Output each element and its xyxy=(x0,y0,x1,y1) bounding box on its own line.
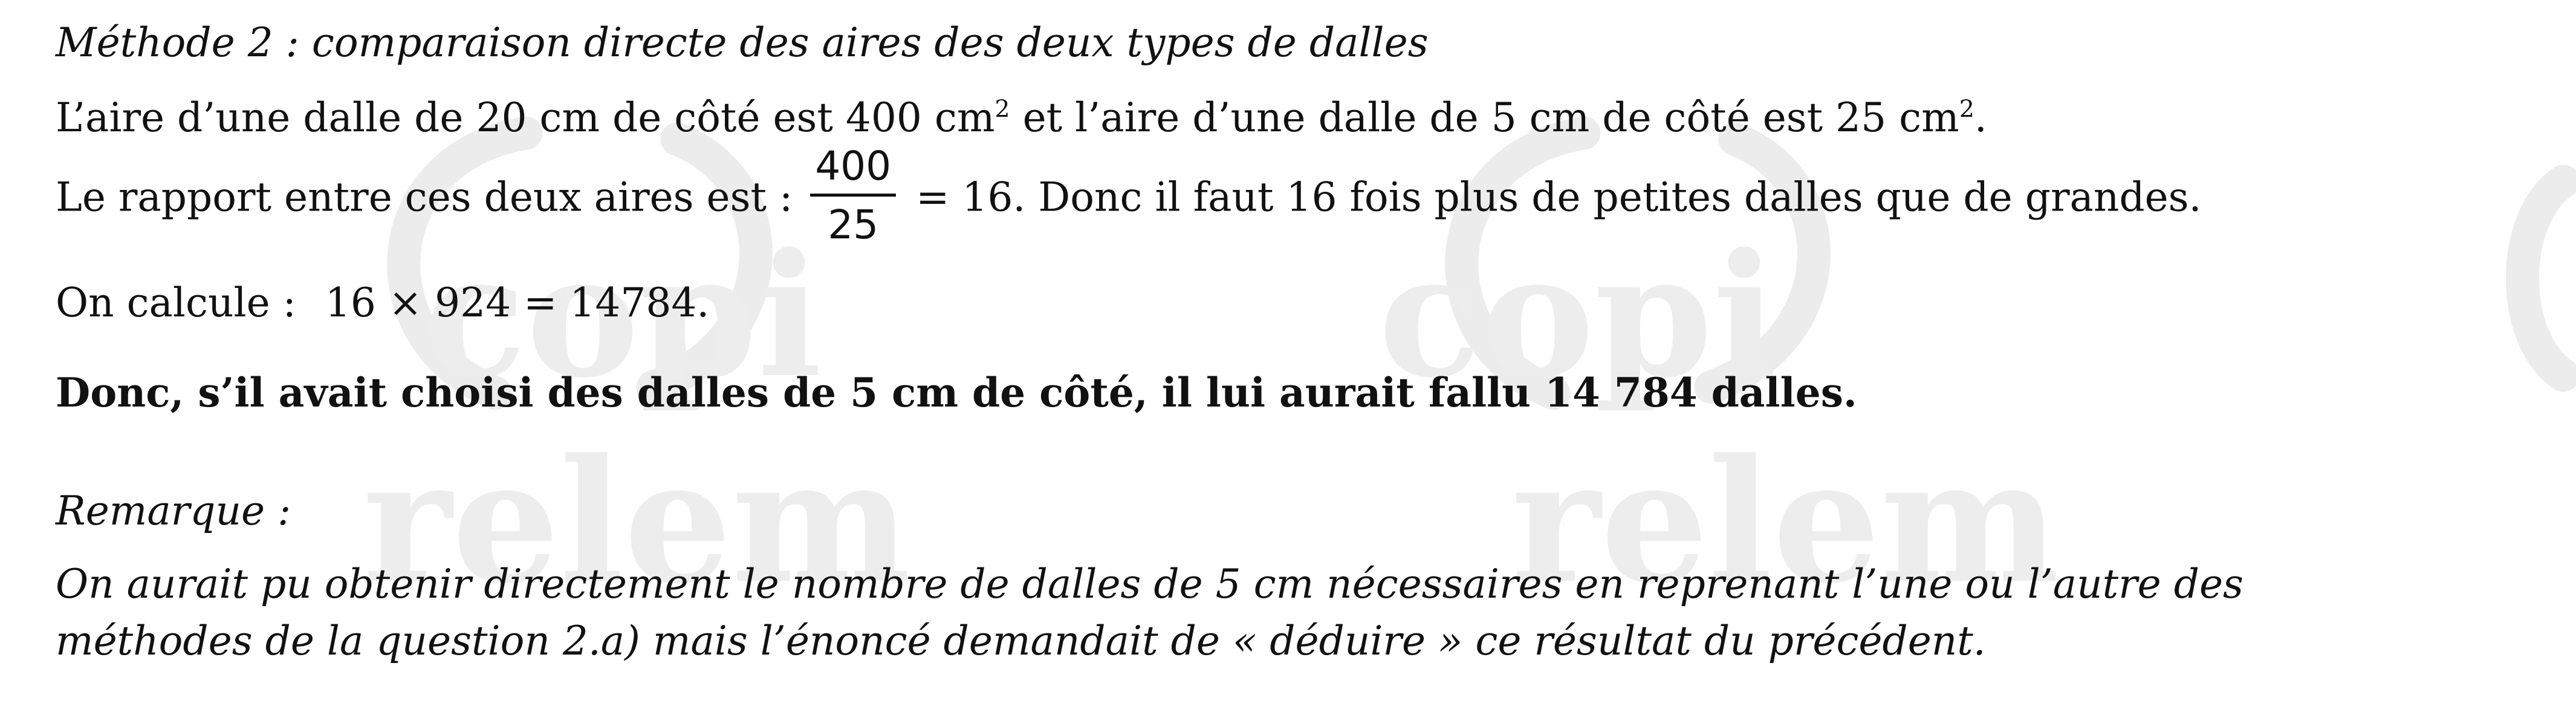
method-heading: Méthode 2 : comparaison directe des aire… xyxy=(56,19,1429,66)
calculation-expression: 16 × 924 = 14784. xyxy=(325,279,710,326)
ratio-statement: Le rapport entre ces deux aires est : 40… xyxy=(56,146,2202,250)
area-statement: L’aire d’une dalle de 20 cm de côté est … xyxy=(56,95,1987,138)
remark-line-2: méthodes de la question 2.a) mais l’énon… xyxy=(56,618,1986,664)
fraction-numerator: 400 xyxy=(810,146,897,197)
ratio-fraction: 400 25 xyxy=(810,146,897,248)
remark-line-1: On aurait pu obtenir directement le nomb… xyxy=(56,561,2243,607)
area-exponent-1: 2 xyxy=(994,95,1010,123)
ratio-result: = 16. Donc il faut 16 fois plus de petit… xyxy=(916,174,2202,221)
area-text-3: . xyxy=(1974,94,1987,141)
area-text-1: L’aire d’une dalle de 20 cm de côté est … xyxy=(56,94,995,141)
calculation-label: On calcule : xyxy=(56,279,296,326)
remark-heading: Remarque : xyxy=(56,488,291,534)
conclusion: Donc, s’il avait choisi des dalles de 5 … xyxy=(56,369,1857,416)
calculation-line: On calcule :16 × 924 = 14784. xyxy=(56,283,709,323)
ratio-intro: Le rapport entre ces deux aires est : xyxy=(56,174,793,221)
area-text-2: et l’aire d’une dalle de 5 cm de côté es… xyxy=(1010,94,1959,141)
fraction-denominator: 25 xyxy=(828,201,879,248)
area-exponent-2: 2 xyxy=(1959,95,1974,123)
